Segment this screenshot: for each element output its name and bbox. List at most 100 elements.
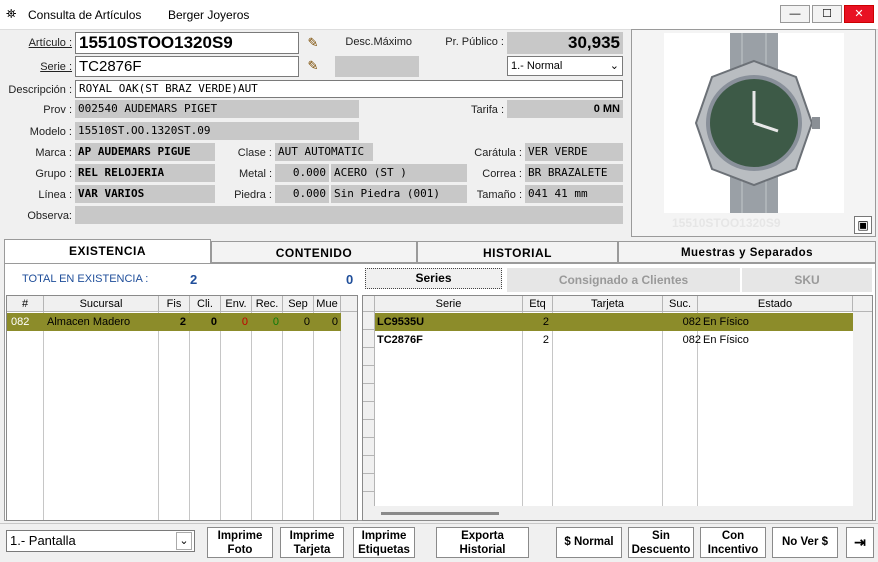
right-grid-scrollbar[interactable]: [853, 312, 872, 520]
row-indicator-header: [363, 296, 375, 312]
row-etq: 2: [542, 334, 549, 346]
row-rec: 0: [272, 316, 279, 328]
row-env: 0: [241, 316, 248, 328]
tab-contenido[interactable]: CONTENIDO: [211, 241, 417, 263]
no-ver-price-button[interactable]: No Ver $: [772, 527, 838, 558]
caratula-value: VER VERDE: [525, 143, 623, 161]
col-header[interactable]: #: [7, 296, 44, 312]
save-photo-icon[interactable]: ▣: [854, 216, 872, 234]
col-header[interactable]: Env.: [221, 296, 252, 312]
horizontal-scrollbar[interactable]: [363, 506, 853, 520]
normal-price-button[interactable]: $ Normal: [556, 527, 622, 558]
col-header[interactable]: Mue: [314, 296, 341, 312]
articulo-input[interactable]: 15510STOO1320S9: [75, 32, 299, 54]
tarifa-value: 0 MN: [507, 100, 623, 118]
col-header[interactable]: Fis: [159, 296, 190, 312]
tab-historial[interactable]: HISTORIAL: [417, 241, 618, 263]
piedra-label: Piedra :: [234, 189, 272, 201]
sucursales-grid: # Sucursal Fis Cli. Env. Rec. Sep Mue 08…: [6, 295, 358, 521]
total-secondary-value: 0: [346, 272, 354, 287]
pr-publico-value: 30,935: [507, 32, 623, 54]
edit-serie-icon[interactable]: ✎: [304, 57, 322, 75]
observa-value: [75, 206, 623, 224]
descripcion-label: Descripción :: [8, 84, 72, 96]
tamano-label: Tamaño :: [476, 189, 522, 201]
imprime-tarjeta-button[interactable]: Imprime Tarjeta: [280, 527, 344, 558]
articulo-label: Artículo :: [28, 37, 72, 49]
total-existencia-value: 2: [190, 272, 198, 287]
col-header[interactable]: Estado: [698, 296, 853, 312]
col-header[interactable]: Sep: [283, 296, 314, 312]
tab-muestras[interactable]: Muestras y Separados: [618, 241, 876, 263]
minimize-button[interactable]: —: [780, 5, 810, 23]
total-existencia-label: TOTAL EN EXISTENCIA :: [22, 273, 149, 285]
table-row[interactable]: TC2876F 2 082 En Físico: [375, 331, 853, 349]
window-title: Consulta de Artículos: [28, 8, 142, 22]
sin-descuento-button[interactable]: Sin Descuento: [628, 527, 694, 558]
subtab-consignado[interactable]: Consignado a Clientes: [507, 268, 740, 292]
table-row[interactable]: LC9535U 2 082 En Físico: [375, 313, 853, 331]
table-row[interactable]: 082 Almacen Madero 2 0 0 0 0 0: [7, 313, 341, 331]
pr-publico-label: Pr. Público :: [445, 36, 504, 48]
subtab-series[interactable]: Series: [365, 268, 502, 289]
col-header[interactable]: Etq: [523, 296, 553, 312]
tamano-value: 041 41 mm: [525, 185, 623, 203]
watch-image: [664, 33, 844, 213]
desc-maximo-label: Desc.Máximo: [345, 36, 412, 48]
imprime-etiquetas-button[interactable]: Imprime Etiquetas: [353, 527, 415, 558]
price-list-select[interactable]: 1.- Normal ⌄: [507, 56, 623, 76]
modelo-value: 15510ST.OO.1320ST.09: [75, 122, 359, 140]
chevron-down-icon: ⌄: [609, 60, 619, 72]
modelo-label: Modelo :: [29, 126, 72, 138]
col-header[interactable]: Cli.: [190, 296, 221, 312]
row-etq: 2: [542, 316, 549, 328]
binoculars-icon: ⛯: [6, 6, 17, 21]
grupo-label: Grupo :: [35, 168, 72, 180]
serie-input[interactable]: TC2876F: [75, 56, 299, 77]
chevron-down-icon: ⌄: [176, 532, 192, 550]
observa-label: Observa:: [27, 210, 72, 222]
row-sucursal: Almacen Madero: [47, 316, 131, 328]
serie-label: Serie :: [40, 61, 72, 73]
piedra-value: Sin Piedra (001): [331, 185, 467, 203]
photo-panel: 15510STOO1320S9 ▣: [631, 29, 876, 237]
col-header[interactable]: Sucursal: [44, 296, 159, 312]
row-fis: 2: [179, 316, 186, 328]
row-serie: LC9535U: [377, 316, 425, 328]
col-header[interactable]: Rec.: [252, 296, 283, 312]
descripcion-input[interactable]: ROYAL OAK(ST BRAZ VERDE)AUT: [75, 80, 623, 98]
col-header-blank: [341, 296, 357, 312]
row-num: 082: [11, 316, 30, 328]
left-grid-scrollbar[interactable]: [341, 312, 357, 520]
col-header[interactable]: Serie: [375, 296, 523, 312]
prov-label: Prov :: [43, 104, 72, 116]
row-suc: 082: [682, 316, 701, 328]
series-grid: Serie Etq Tarjeta Suc. Estado LC9535U 2 …: [362, 295, 873, 521]
output-select[interactable]: 1.- Pantalla ⌄: [6, 530, 195, 552]
clase-label: Clase :: [237, 147, 272, 159]
linea-value: VAR VARIOS: [75, 185, 215, 203]
tab-existencia[interactable]: EXISTENCIA: [4, 239, 211, 263]
col-header[interactable]: Suc.: [663, 296, 698, 312]
con-incentivo-button[interactable]: Con Incentivo: [700, 527, 766, 558]
photo-caption: 15510STOO1320S9: [672, 216, 781, 230]
col-header[interactable]: Tarjeta: [553, 296, 663, 312]
subtab-sku[interactable]: SKU: [742, 268, 872, 292]
correa-value: BR BRAZALETE: [525, 164, 623, 182]
marca-value: AP AUDEMARS PIGUE: [75, 143, 215, 161]
row-estado: En Físico: [703, 334, 749, 346]
row-sep: 0: [303, 316, 310, 328]
imprime-foto-button[interactable]: Imprime Foto: [207, 527, 273, 558]
close-button[interactable]: ✕: [844, 5, 874, 23]
edit-articulo-icon[interactable]: ✎: [304, 34, 322, 52]
metal-value: ACERO (ST ): [331, 164, 467, 182]
exit-icon[interactable]: ⇥: [846, 527, 874, 558]
exporta-historial-button[interactable]: Exporta Historial: [436, 527, 529, 558]
linea-label: Línea :: [38, 189, 72, 201]
metal-number: 0.000: [275, 164, 329, 182]
maximize-button[interactable]: ☐: [812, 5, 842, 23]
scroll-thumb[interactable]: [381, 512, 499, 515]
row-cli: 0: [210, 316, 217, 328]
piedra-number: 0.000: [275, 185, 329, 203]
prov-value: 002540 AUDEMARS PIGET: [75, 100, 359, 118]
